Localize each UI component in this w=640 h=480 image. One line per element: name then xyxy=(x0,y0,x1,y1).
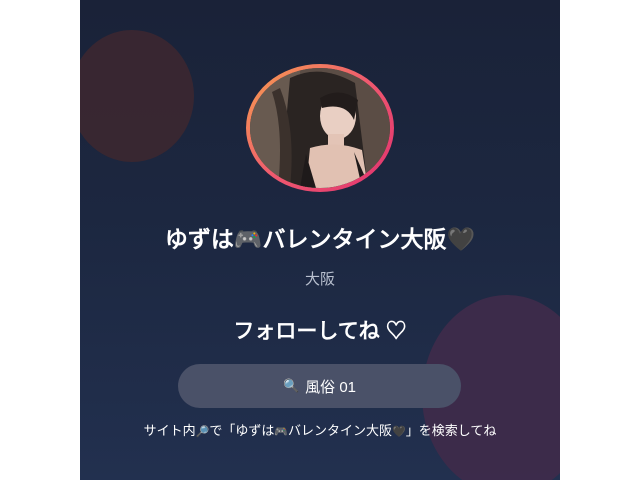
decorative-bubble-left xyxy=(80,30,194,162)
shop-name: バレンタイン大阪 xyxy=(262,226,447,252)
avatar-ring[interactable] xyxy=(246,64,394,192)
page: ゆずは🎮バレンタイン大阪🖤 大阪 フォローしてね ♡ 🔍 風俗 01 サイト内🔎… xyxy=(0,0,640,480)
hint-suffix: 」を検索してね xyxy=(405,423,497,438)
black-heart-icon: 🖤 xyxy=(446,227,476,253)
avatar-photo xyxy=(250,68,390,188)
follow-message: フォローしてね ♡ xyxy=(233,320,407,343)
location-label: 大阪 xyxy=(304,271,335,288)
profile-name: ゆずは🎮バレンタイン大阪🖤 xyxy=(80,220,560,254)
hint-name: ゆずは xyxy=(235,423,275,438)
hint-prefix: サイト内 xyxy=(143,423,196,438)
magnifier-icon: 🔎 xyxy=(195,425,210,438)
profile-card: ゆずは🎮バレンタイン大阪🖤 大阪 フォローしてね ♡ 🔍 風俗 01 サイト内🔎… xyxy=(80,0,560,480)
search-icon: 🔍 xyxy=(282,378,300,394)
gamepad-icon: 🎮 xyxy=(233,227,263,253)
gamepad-icon: 🎮 xyxy=(274,425,289,438)
hint-shop: バレンタイン大阪 xyxy=(288,423,393,438)
search-keyword: 風俗 01 xyxy=(305,378,357,396)
search-keyword-button[interactable]: 🔍 風俗 01 xyxy=(178,364,461,408)
name-text: ゆずは xyxy=(164,226,234,252)
search-hint: サイト内🔎で「ゆずは🎮バレンタイン大阪🖤」を検索してね xyxy=(80,420,560,439)
avatar xyxy=(250,68,390,188)
hint-middle: で「 xyxy=(209,423,236,438)
black-heart-icon: 🖤 xyxy=(392,425,406,438)
